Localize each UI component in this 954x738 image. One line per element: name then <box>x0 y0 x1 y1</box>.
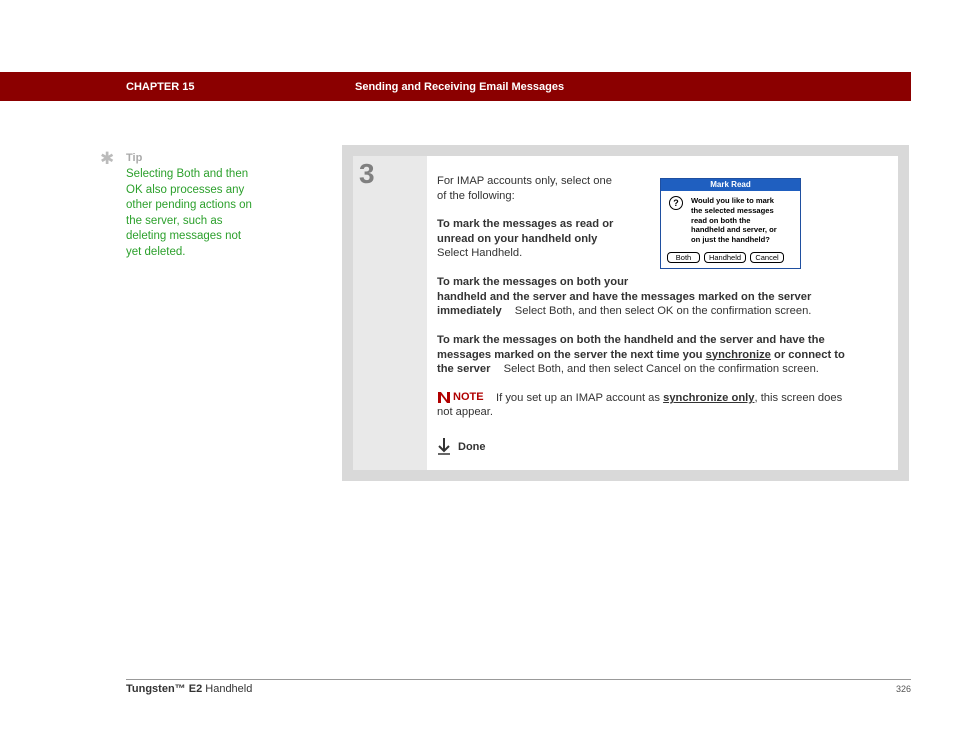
step-intro-line: For IMAP accounts only, select one <box>437 175 612 187</box>
dialog-message-line: Would you like to mark <box>691 196 774 205</box>
chapter-label: CHAPTER 15 <box>126 81 195 93</box>
tip-text: Selecting Both and then OK also processe… <box>126 167 276 261</box>
asterisk-icon: ✱ <box>100 149 115 168</box>
question-icon: ? <box>669 196 683 210</box>
done-label: Done <box>458 441 486 453</box>
step-number-area <box>353 156 427 470</box>
tip-label: Tip <box>126 152 143 164</box>
option-heading: To mark the messages on both the handhel… <box>437 334 825 346</box>
tip-line: other pending actions on <box>126 199 252 212</box>
chapter-title: Sending and Receiving Email Messages <box>355 81 565 93</box>
synchronize-link[interactable]: synchronize <box>706 349 771 361</box>
option-both-next-sync: To mark the messages on both the handhel… <box>437 333 845 377</box>
note-label: NOTE <box>453 391 484 403</box>
option-action: Select Both, and then select Cancel on t… <box>503 363 819 375</box>
step-intro: For IMAP accounts only, select one of th… <box>437 174 612 203</box>
tip-line: OK also processes any <box>126 183 245 196</box>
mark-read-dialog: Mark Read ? Would you like to mark the s… <box>660 178 801 269</box>
tip-line: the server, such as <box>126 214 223 227</box>
note-icon <box>438 392 450 403</box>
dialog-message-line: on just the handheld? <box>691 235 770 245</box>
cancel-button[interactable]: Cancel <box>750 252 784 263</box>
footer-product-suffix: Handheld <box>202 683 253 695</box>
handheld-button[interactable]: Handheld <box>704 252 746 263</box>
tip-line: Selecting Both and then <box>126 168 249 180</box>
option-heading: To mark the messages as read or <box>437 218 614 230</box>
done-arrow-icon <box>438 438 450 455</box>
note-text: If you set up an IMAP account as synchro… <box>496 391 842 406</box>
step-number: 3 <box>359 158 375 189</box>
footer-divider <box>126 679 911 680</box>
option-heading: or connect to <box>774 348 845 361</box>
option-heading: handheld and the server and have the mes… <box>437 290 812 303</box>
option-both-immediately: To mark the messages on both your handhe… <box>437 275 811 319</box>
dialog-message-line: handheld and server, or <box>691 225 777 235</box>
note-text-post: , this screen does <box>754 392 843 404</box>
option-heading: immediately <box>437 305 502 317</box>
dialog-message: Would you like to mark the selected mess… <box>691 196 799 245</box>
dialog-message-line: read on both the <box>691 215 751 225</box>
page-number: 326 <box>895 684 911 694</box>
step-intro-line: of the following: <box>437 189 515 202</box>
tip-line: deleting messages not <box>126 230 242 243</box>
option-heading: messages marked on the server the next t… <box>437 348 703 361</box>
note-text-line2: not appear. <box>437 406 493 418</box>
option-heading: To mark the messages on both your <box>437 276 629 288</box>
dialog-message-line: the selected messages <box>691 205 774 215</box>
option-heading: the server <box>437 363 491 375</box>
option-action: Select Both, and then select OK on the c… <box>514 305 812 317</box>
note-text-pre: If you set up an IMAP account as <box>496 392 660 404</box>
option-heading: unread on your handheld only <box>437 232 598 245</box>
tip-line: yet deleted. <box>126 245 186 258</box>
option-handheld-only: To mark the messages as read or unread o… <box>437 217 613 261</box>
synchronize-only-link[interactable]: synchronize only <box>663 392 754 404</box>
footer-product: Tungsten™ E2 Handheld <box>126 683 252 695</box>
both-button[interactable]: Both <box>667 252 700 263</box>
option-action: Select Handheld. <box>437 247 523 259</box>
footer-product-name: Tungsten™ E2 <box>126 683 203 695</box>
dialog-title: Mark Read <box>661 179 800 191</box>
